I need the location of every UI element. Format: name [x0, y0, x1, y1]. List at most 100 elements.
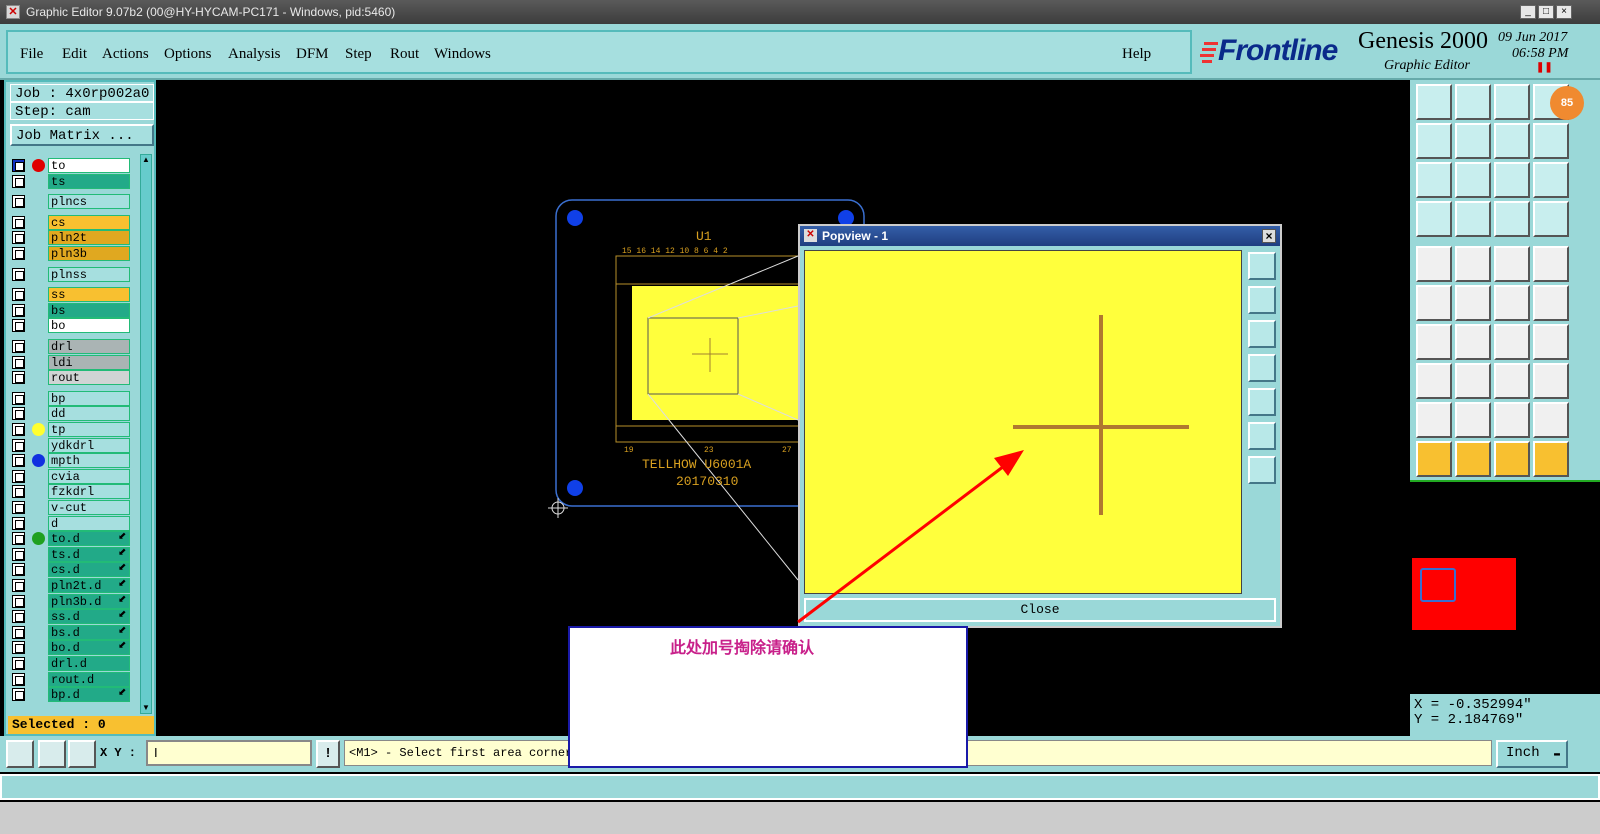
menu-file[interactable]: File [20, 46, 43, 63]
tri-d-icon[interactable] [1533, 402, 1569, 438]
layer-checkbox[interactable] [12, 407, 25, 421]
layer-name[interactable]: pln2t [48, 230, 130, 246]
select-box-icon[interactable] [1455, 441, 1491, 477]
menu-edit[interactable]: Edit [62, 46, 87, 63]
layer-row[interactable]: dd [10, 406, 132, 422]
minimize-button[interactable]: _ [1520, 5, 1536, 19]
help-icon[interactable] [1533, 162, 1569, 198]
layer-row[interactable]: bp [10, 390, 132, 406]
xy-input[interactable]: I [146, 740, 312, 766]
layer-row[interactable]: fzkdrl [10, 484, 132, 500]
layer-name[interactable]: mpth [48, 453, 130, 469]
layer-row[interactable]: to.d ⬋ [10, 531, 132, 547]
layer-row[interactable]: bs.d ⬋ [10, 624, 132, 640]
measure-icon[interactable] [38, 740, 66, 768]
scroll-up-icon[interactable]: ▲ [141, 155, 151, 165]
layer-row[interactable]: bp.d ⬋ [10, 687, 132, 703]
redraw-icon[interactable] [1533, 123, 1569, 159]
measure-h-icon[interactable] [1494, 363, 1530, 399]
tri-b-icon[interactable] [1455, 402, 1491, 438]
layer-row[interactable]: pln3b [10, 246, 132, 261]
layer-checkbox[interactable] [12, 641, 25, 655]
snap-mode-icon[interactable] [6, 740, 34, 768]
layer-row[interactable]: ss.d ⬋ [10, 609, 132, 625]
layer-row[interactable]: cs.d ⬋ [10, 562, 132, 578]
layer-row[interactable]: plncs [10, 194, 132, 210]
popview-pan-up-icon[interactable] [1248, 286, 1276, 314]
layer-name[interactable]: bo [48, 318, 130, 334]
layer-checkbox[interactable] [12, 159, 25, 172]
layer-checkbox[interactable] [12, 547, 25, 561]
ruler-icon[interactable] [1494, 246, 1530, 282]
unit-selector[interactable]: Inch ▬ [1496, 740, 1568, 768]
close-window-button[interactable]: × [1556, 5, 1572, 19]
layer-name[interactable]: ldi [48, 354, 130, 370]
layer-checkbox[interactable] [12, 454, 25, 468]
layer-name[interactable]: rout [48, 370, 130, 386]
pan-left-icon[interactable] [1416, 123, 1452, 159]
layer-name[interactable]: pln3b [48, 246, 130, 261]
tri-a-icon[interactable] [1416, 402, 1452, 438]
menu-dfm[interactable]: DFM [296, 46, 329, 63]
blocks-icon[interactable] [1533, 363, 1569, 399]
layer-name[interactable]: bp [48, 390, 130, 406]
layer-checkbox[interactable] [12, 688, 25, 702]
layer-row[interactable]: ss [10, 287, 132, 303]
layer-checkbox[interactable] [12, 532, 25, 546]
select-polygon-icon[interactable] [1533, 441, 1569, 477]
layer-checkbox[interactable] [12, 340, 25, 353]
layer-name[interactable]: d [48, 515, 130, 531]
layer-checkbox[interactable] [12, 485, 25, 499]
layer-row[interactable]: bo.d ⬋ [10, 640, 132, 656]
overview-viewport[interactable] [1420, 568, 1456, 602]
popview-close-icon[interactable]: × [1262, 229, 1276, 243]
tri-c-icon[interactable] [1494, 402, 1530, 438]
pan-right-icon[interactable] [1455, 123, 1491, 159]
layer-checkbox[interactable] [12, 579, 25, 592]
layer-checkbox[interactable] [12, 355, 25, 369]
popview-zoom-home-icon[interactable] [1248, 456, 1276, 484]
popview-pan-right-icon[interactable] [1248, 388, 1276, 416]
layer-name[interactable]: drl.d [48, 656, 130, 671]
pad-icon[interactable] [1416, 246, 1452, 282]
home-icon[interactable] [1494, 84, 1530, 120]
menu-actions[interactable]: Actions [102, 46, 149, 63]
layer-name[interactable]: ydkdrl [48, 437, 130, 453]
arrow-segment-icon[interactable] [1533, 285, 1569, 321]
layer-checkbox[interactable] [12, 438, 25, 452]
layer-checkbox[interactable] [12, 501, 25, 514]
grid-toggle-icon[interactable] [1455, 201, 1491, 237]
grid-icon[interactable] [68, 740, 96, 768]
angle-icon[interactable] [1416, 324, 1452, 360]
layer-row[interactable]: ldi [10, 354, 132, 370]
layer-row[interactable]: bo [10, 318, 132, 334]
layer-row[interactable]: bs [10, 302, 132, 318]
cross-icon[interactable] [1455, 285, 1491, 321]
rotate-icon[interactable] [1494, 324, 1530, 360]
layer-row[interactable]: drl [10, 339, 132, 354]
overview-map[interactable] [1410, 480, 1600, 694]
layer-name[interactable]: plncs [48, 194, 130, 210]
layer-row[interactable]: cvia [10, 468, 132, 484]
select-icon[interactable] [1416, 441, 1452, 477]
layer-name[interactable]: drl [48, 339, 130, 354]
popview-zoom-window-icon[interactable] [1248, 252, 1276, 280]
zoom-extents-icon[interactable] [1416, 162, 1452, 198]
layer-checkbox[interactable] [12, 288, 25, 302]
job-matrix-button[interactable]: Job Matrix ... [10, 124, 154, 146]
layer-checkbox[interactable] [12, 247, 25, 260]
mirror-icon[interactable] [1533, 324, 1569, 360]
minus-icon[interactable] [1455, 363, 1491, 399]
layer-row[interactable]: pln3b.d ⬋ [10, 593, 132, 609]
menu-analysis[interactable]: Analysis [228, 46, 281, 63]
layer-row[interactable]: d [10, 515, 132, 531]
popview-pan-down-icon[interactable] [1248, 320, 1276, 348]
scale-1-2-icon[interactable] [1494, 162, 1530, 198]
layer-row[interactable]: ydkdrl [10, 437, 132, 453]
maximize-button[interactable]: □ [1538, 5, 1554, 19]
pan-down-icon[interactable] [1455, 84, 1491, 120]
layer-checkbox[interactable] [12, 174, 25, 188]
layer-checkbox[interactable] [12, 516, 25, 530]
layer-checkbox[interactable] [12, 594, 25, 608]
layer-checkbox[interactable] [12, 303, 25, 317]
